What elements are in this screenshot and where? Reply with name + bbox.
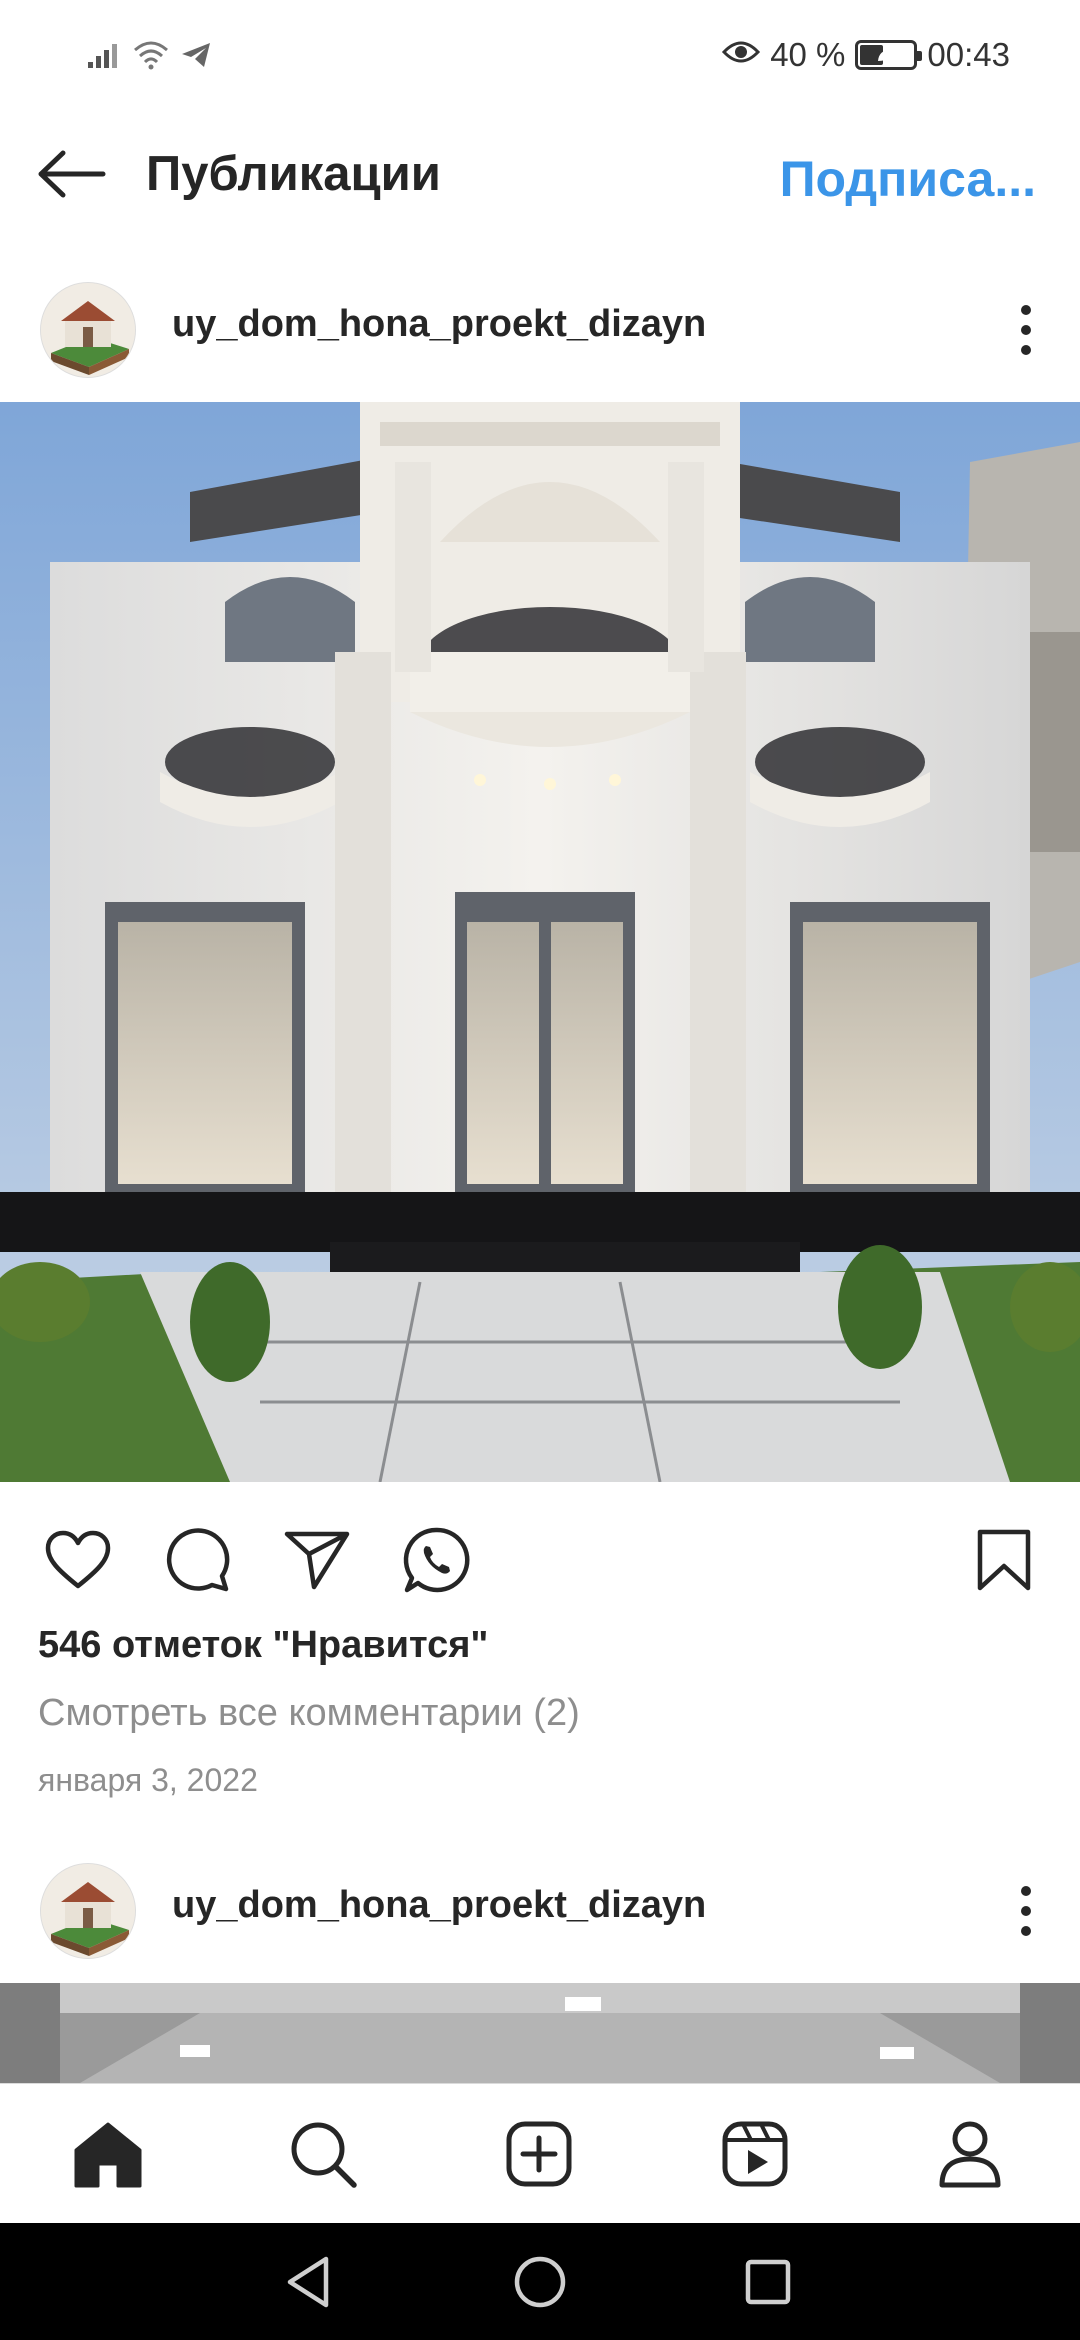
post-username[interactable]: uy_dom_hona_proekt_dizayn [172,1884,706,1927]
post-actions [0,1500,1080,1610]
share-button[interactable] [277,1520,357,1600]
eye-icon [722,36,761,74]
new-post-icon [506,2121,572,2187]
save-button[interactable] [964,1520,1044,1600]
more-options-button[interactable] [996,1876,1056,1946]
system-recents-button[interactable] [735,2249,801,2315]
system-home-button[interactable] [507,2249,573,2315]
home-icon [74,2122,142,2188]
tab-search[interactable] [283,2114,363,2194]
comment-button[interactable] [157,1520,237,1600]
follow-button[interactable]: Подписа... [780,150,1036,208]
view-comments-link[interactable]: Смотреть все комментарии (2) [38,1692,580,1735]
telegram-icon [180,40,212,75]
profile-icon [939,2121,1001,2188]
battery-percent: 40 % [770,36,846,73]
post-header: uy_dom_hona_proekt_dizayn [0,255,1080,385]
recents-square-icon [745,2259,791,2305]
back-arrow-icon [38,150,106,198]
tab-profile[interactable] [930,2114,1010,2194]
more-vertical-icon [1021,1886,1031,1936]
top-header: Публикации Подписа... [0,120,1080,230]
back-button[interactable] [30,142,114,206]
tab-new-post[interactable] [499,2114,579,2194]
system-back-button[interactable] [276,2249,342,2315]
status-bar: 40 % 00:43 [0,0,1080,120]
comment-icon [166,1528,230,1592]
back-triangle-icon [287,2256,329,2308]
battery-icon [855,40,923,70]
heart-icon [45,1530,111,1589]
post-username[interactable]: uy_dom_hona_proekt_dizayn [172,303,706,346]
clock: 00:43 [927,36,1010,73]
bookmark-icon [977,1529,1031,1591]
whatsapp-button[interactable] [397,1520,477,1600]
interior-ceiling-image [0,1983,1080,2083]
status-left-icons [86,40,212,75]
reels-icon [722,2121,788,2187]
status-right-icons: 40 % 00:43 [722,36,1010,74]
signal-icon [86,40,122,75]
share-icon [284,1531,350,1590]
page-title: Публикации [146,147,441,201]
more-vertical-icon [1021,305,1031,355]
avatar[interactable] [40,282,136,378]
search-icon [291,2122,357,2188]
more-options-button[interactable] [996,295,1056,365]
like-button[interactable] [38,1520,118,1600]
post-photo[interactable] [0,402,1080,1482]
wifi-icon [132,40,170,75]
post-header-2: uy_dom_hona_proekt_dizayn [0,1836,1080,1966]
house-facade-image [0,402,1080,1482]
system-navigation-bar [0,2223,1080,2340]
whatsapp-icon [403,1527,470,1593]
avatar[interactable] [40,1863,136,1959]
likes-count[interactable]: 546 отметок "Нравится" [38,1624,488,1667]
tab-reels[interactable] [715,2114,795,2194]
post-date: января 3, 2022 [38,1762,258,1798]
home-circle-icon [514,2256,566,2308]
tab-home[interactable] [68,2114,148,2194]
bottom-tab-bar [0,2083,1080,2223]
post-photo-2[interactable] [0,1983,1080,2083]
